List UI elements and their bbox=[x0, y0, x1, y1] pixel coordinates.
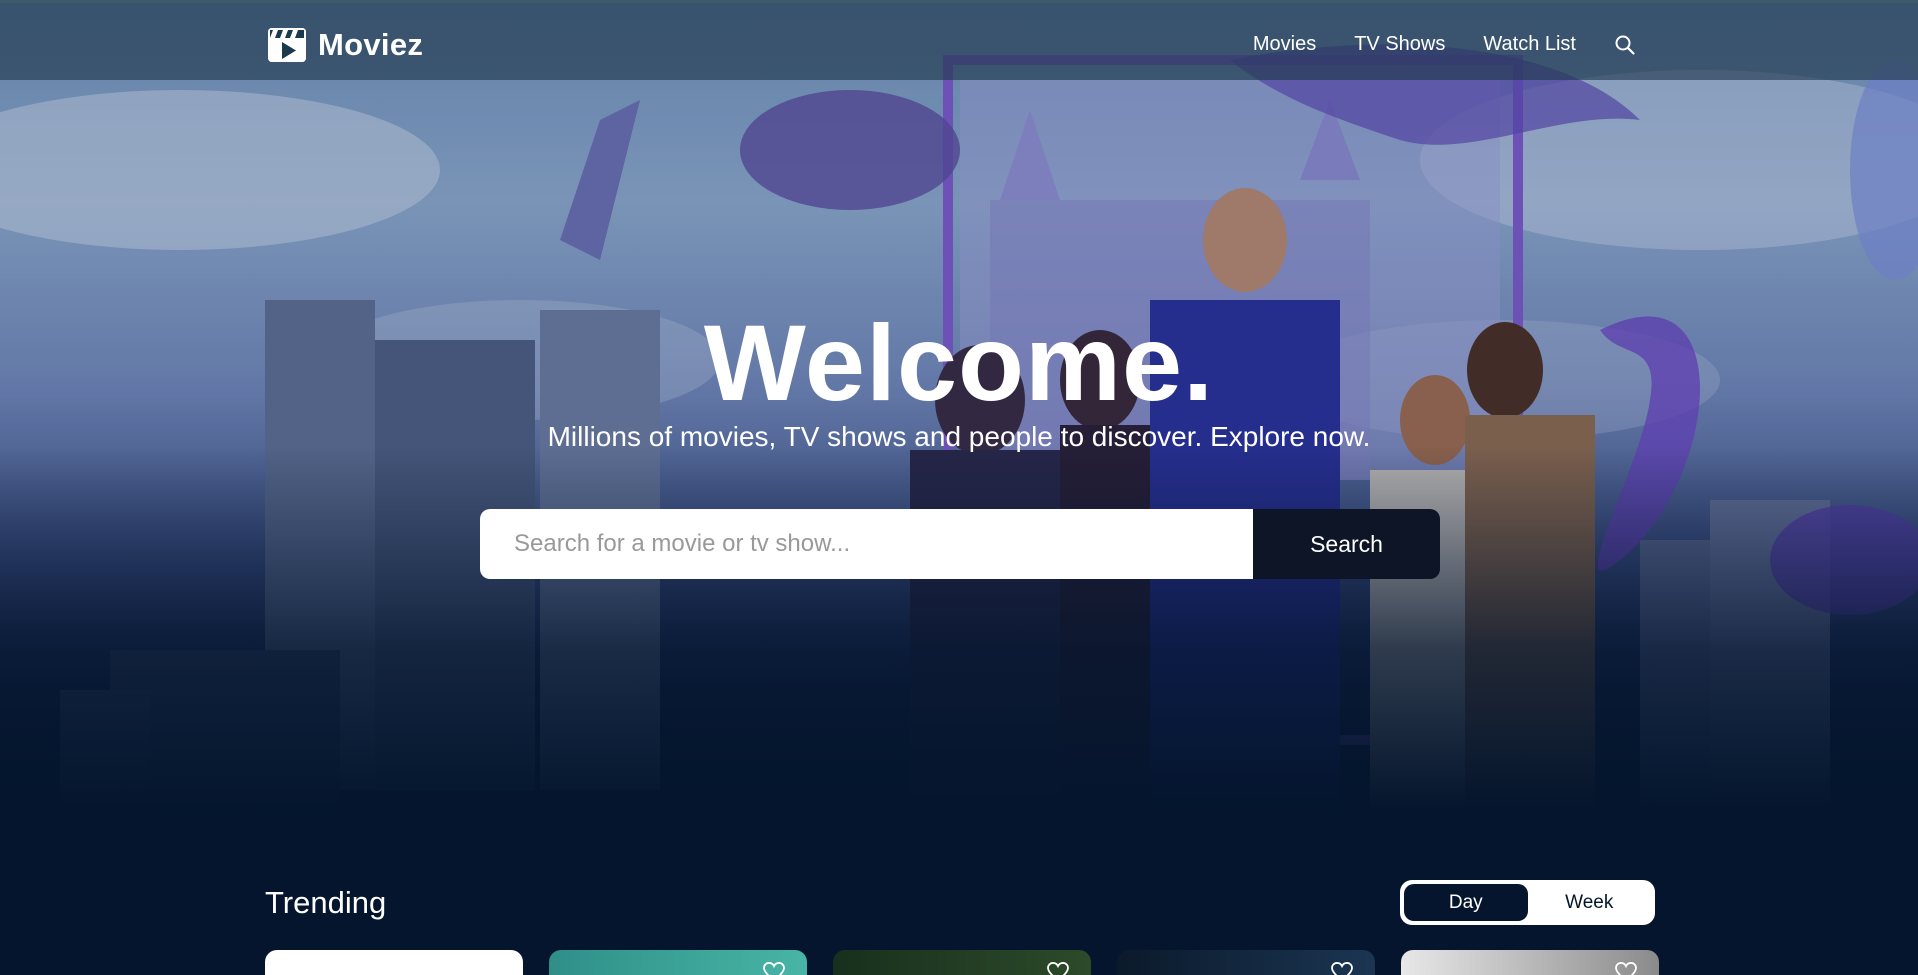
toggle-day[interactable]: Day bbox=[1404, 884, 1528, 921]
trending-card[interactable] bbox=[1401, 950, 1659, 975]
logo[interactable]: Moviez bbox=[268, 27, 423, 63]
nav-watch-list[interactable]: Watch List bbox=[1483, 33, 1576, 56]
trending-title: Trending bbox=[265, 885, 387, 920]
trending-card[interactable] bbox=[265, 950, 523, 975]
hero-title: Welcome. bbox=[703, 302, 1215, 423]
heart-icon[interactable] bbox=[763, 962, 785, 975]
nav-tv-shows[interactable]: TV Shows bbox=[1354, 33, 1445, 56]
hero-subtitle: Millions of movies, TV shows and people … bbox=[547, 421, 1371, 452]
trending-card[interactable] bbox=[549, 950, 807, 975]
heart-icon[interactable] bbox=[1331, 962, 1353, 975]
toggle-week[interactable]: Week bbox=[1528, 884, 1652, 921]
trending-time-toggle: Day Week bbox=[1400, 880, 1655, 925]
search-icon[interactable] bbox=[1614, 34, 1636, 56]
trending-card[interactable] bbox=[833, 950, 1091, 975]
main-nav: Movies TV Shows Watch List bbox=[1253, 33, 1636, 56]
search-button[interactable]: Search bbox=[1253, 509, 1440, 579]
search-input[interactable] bbox=[480, 509, 1253, 579]
nav-movies[interactable]: Movies bbox=[1253, 33, 1316, 56]
site-header: Moviez Movies TV Shows Watch List bbox=[0, 0, 1918, 80]
trending-carousel bbox=[265, 950, 1659, 975]
hero-search-bar: Search bbox=[480, 509, 1440, 579]
heart-icon[interactable] bbox=[1615, 962, 1637, 975]
clapperboard-icon bbox=[268, 28, 306, 62]
heart-icon[interactable] bbox=[1047, 962, 1069, 975]
trending-card[interactable] bbox=[1117, 950, 1375, 975]
logo-text: Moviez bbox=[318, 27, 424, 62]
